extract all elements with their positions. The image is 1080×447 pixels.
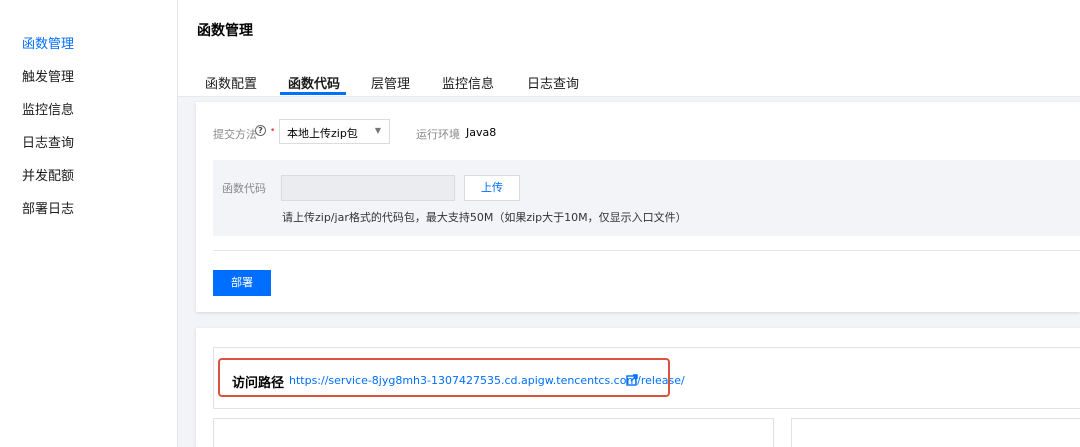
file-input[interactable] — [281, 175, 455, 201]
function-code-label: 函数代码 — [222, 182, 266, 195]
active-tab-indicator — [280, 92, 346, 95]
sub-panel-left — [213, 418, 774, 447]
highlight-annotation — [218, 358, 670, 397]
upload-hint: 请上传zip/jar格式的代码包，最大支持50M（如果zip大于10M，仅显示入… — [282, 211, 687, 224]
sidebar-item-concurrency-quota[interactable]: 并发配额 — [22, 165, 74, 184]
page-header: 函数管理 函数配置 函数代码 层管理 监控信息 日志查询 — [178, 0, 1080, 97]
submit-method-value: 本地上传zip包 — [287, 127, 358, 140]
sidebar-item-deploy-log[interactable]: 部署日志 — [22, 198, 74, 217]
tab-monitoring[interactable]: 监控信息 — [442, 73, 494, 92]
submit-method-select[interactable]: 本地上传zip包 ▼ — [279, 119, 390, 144]
page-title: 函数管理 — [197, 23, 253, 39]
chevron-down-icon: ▼ — [374, 126, 381, 135]
sub-panel-right — [791, 418, 1080, 447]
sidebar-item-function-management[interactable]: 函数管理 — [22, 33, 74, 52]
help-icon[interactable]: ? — [255, 125, 266, 136]
sidebar-item-log-query[interactable]: 日志查询 — [22, 132, 74, 151]
tab-function-code[interactable]: 函数代码 — [288, 73, 340, 92]
sidebar-item-monitoring[interactable]: 监控信息 — [22, 99, 74, 118]
function-code-card: 提交方法 ? • 本地上传zip包 ▼ 运行环境 Java8 函数代码 上传 请… — [196, 102, 1080, 312]
runtime-value: Java8 — [466, 126, 497, 139]
tab-function-config[interactable]: 函数配置 — [205, 73, 257, 92]
tab-layer-management[interactable]: 层管理 — [371, 73, 410, 92]
access-path-card: 访问路径 https://service-8jyg8mh3-1307427535… — [196, 328, 1080, 447]
deploy-button[interactable]: 部署 — [213, 270, 271, 296]
submit-method-label: 提交方法 — [213, 128, 257, 141]
runtime-label: 运行环境 — [416, 128, 460, 141]
upload-button[interactable]: 上传 — [464, 175, 520, 201]
required-star: • — [270, 126, 276, 136]
sidebar: 函数管理 触发管理 监控信息 日志查询 并发配额 部署日志 — [0, 0, 178, 447]
code-upload-panel: 函数代码 上传 请上传zip/jar格式的代码包，最大支持50M（如果zip大于… — [213, 160, 1080, 236]
tab-log-query[interactable]: 日志查询 — [527, 73, 579, 92]
sidebar-item-trigger-management[interactable]: 触发管理 — [22, 66, 74, 85]
divider — [213, 250, 1080, 251]
